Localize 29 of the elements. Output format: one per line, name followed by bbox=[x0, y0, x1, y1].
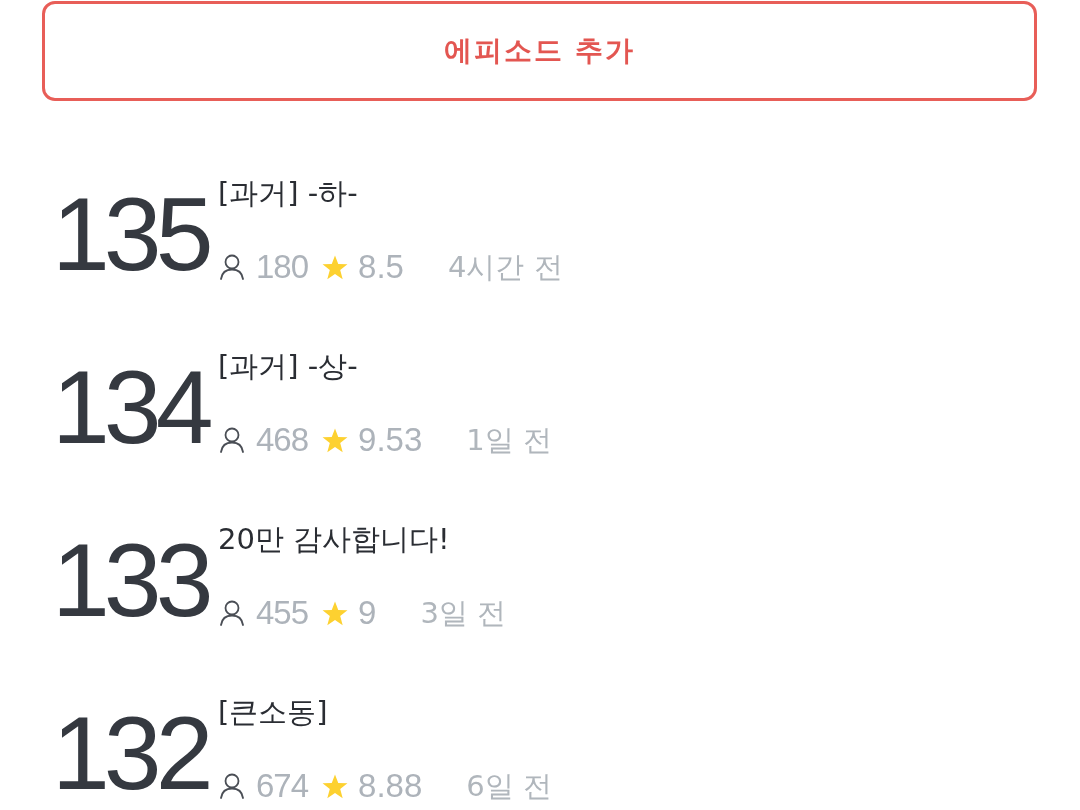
star-icon bbox=[322, 254, 349, 280]
upload-time: 4시간 전 bbox=[447, 249, 563, 286]
upload-time: 1일 전 bbox=[466, 422, 552, 459]
person-icon bbox=[220, 427, 244, 453]
episode-title[interactable]: [과거] -하- bbox=[218, 173, 563, 213]
view-count: 674 bbox=[256, 766, 309, 806]
episode-number: 135 bbox=[51, 182, 210, 286]
star-icon bbox=[322, 427, 349, 453]
episode-number: 134 bbox=[51, 355, 210, 459]
view-count: 180 bbox=[256, 247, 309, 287]
star-icon bbox=[322, 773, 349, 799]
star-icon bbox=[322, 600, 349, 626]
add-episode-button[interactable]: 에피소드 추가 bbox=[42, 1, 1037, 101]
person-icon bbox=[220, 254, 244, 280]
person-icon bbox=[220, 600, 244, 626]
upload-time: 6일 전 bbox=[466, 768, 552, 805]
view-count: 468 bbox=[256, 420, 309, 460]
view-count: 455 bbox=[256, 593, 309, 633]
rating-score: 8.5 bbox=[358, 247, 404, 287]
person-icon bbox=[220, 773, 244, 799]
rating-score: 9 bbox=[358, 593, 377, 633]
episode-number: 132 bbox=[51, 701, 210, 805]
episode-title[interactable]: [큰소동] bbox=[218, 692, 552, 732]
upload-time: 3일 전 bbox=[420, 595, 507, 632]
rating-score: 8.88 bbox=[358, 766, 423, 806]
episode-title[interactable]: 20만 감사합니다! bbox=[218, 519, 507, 559]
episode-number: 133 bbox=[51, 528, 210, 632]
rating-score: 9.53 bbox=[358, 420, 423, 460]
episode-title[interactable]: [과거] -상- bbox=[218, 346, 552, 386]
